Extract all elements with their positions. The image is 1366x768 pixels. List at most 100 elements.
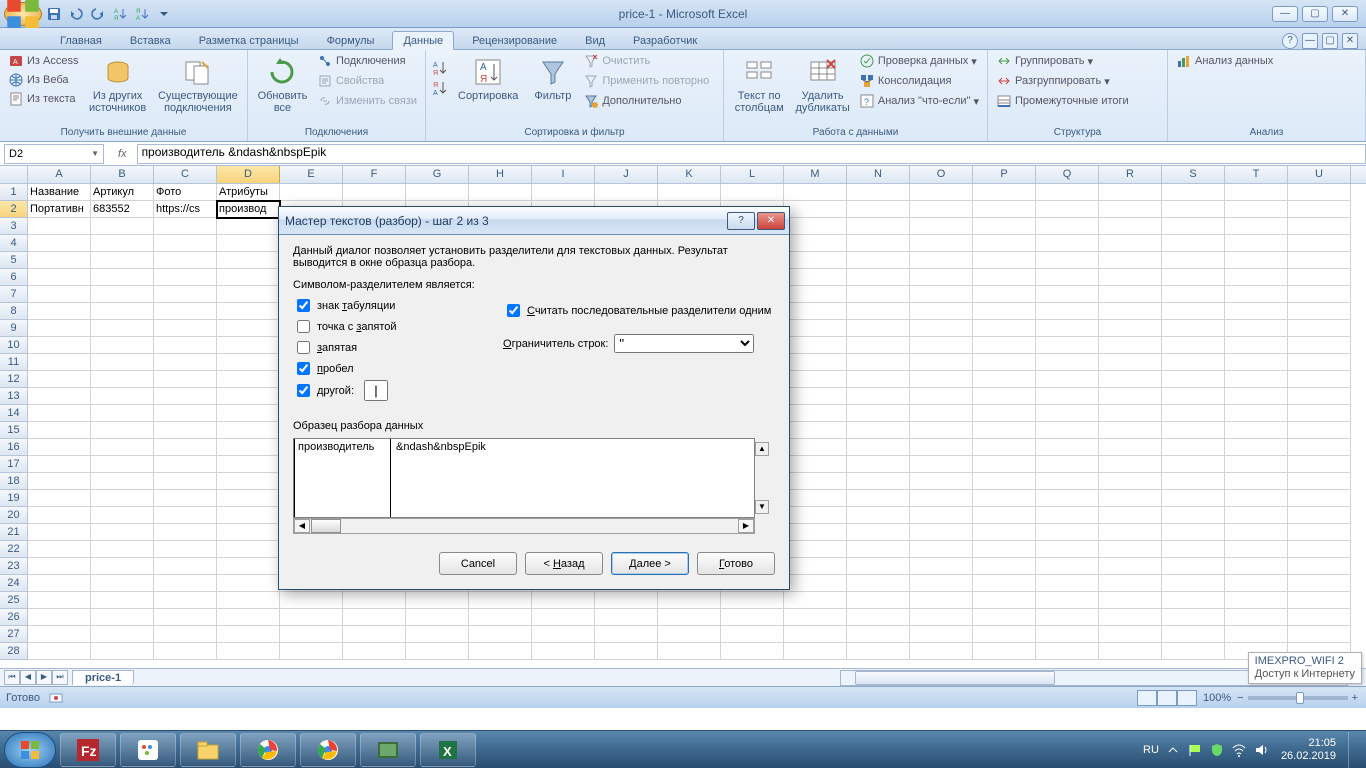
cell[interactable] [91, 422, 154, 439]
cell[interactable] [973, 371, 1036, 388]
cell[interactable] [154, 575, 217, 592]
cell[interactable] [784, 354, 847, 371]
cell[interactable] [532, 609, 595, 626]
cell[interactable] [91, 558, 154, 575]
from-web-button[interactable]: Из Веба [6, 71, 80, 89]
cell[interactable] [1288, 286, 1351, 303]
cell[interactable] [1036, 541, 1099, 558]
cell[interactable] [910, 269, 973, 286]
cell[interactable] [28, 439, 91, 456]
cell[interactable] [973, 558, 1036, 575]
cell[interactable] [784, 269, 847, 286]
cell[interactable] [1225, 235, 1288, 252]
cell[interactable] [784, 337, 847, 354]
cell[interactable] [154, 303, 217, 320]
cell[interactable] [847, 558, 910, 575]
cell[interactable] [1099, 422, 1162, 439]
cell[interactable] [721, 609, 784, 626]
col-header[interactable]: J [595, 166, 658, 183]
cell[interactable] [973, 643, 1036, 660]
cell[interactable] [973, 269, 1036, 286]
back-button[interactable]: < Назад [525, 552, 603, 575]
row-header[interactable]: 16 [0, 439, 28, 456]
cell[interactable] [784, 473, 847, 490]
cell[interactable] [28, 507, 91, 524]
cell[interactable] [1162, 337, 1225, 354]
cell[interactable] [847, 252, 910, 269]
start-button[interactable] [4, 732, 56, 768]
row-header[interactable]: 28 [0, 643, 28, 660]
cell[interactable] [406, 184, 469, 201]
cell[interactable] [154, 235, 217, 252]
cell[interactable] [847, 490, 910, 507]
cell[interactable] [784, 558, 847, 575]
cell[interactable] [1162, 490, 1225, 507]
cell[interactable] [973, 405, 1036, 422]
cell[interactable] [1225, 252, 1288, 269]
cell[interactable] [1225, 558, 1288, 575]
cell[interactable] [406, 643, 469, 660]
taskbar-excel[interactable]: X [420, 733, 476, 767]
cell[interactable] [847, 320, 910, 337]
cell[interactable] [1036, 269, 1099, 286]
cell[interactable] [1225, 184, 1288, 201]
cell[interactable] [1162, 184, 1225, 201]
cell[interactable] [217, 541, 280, 558]
cell[interactable] [1036, 371, 1099, 388]
cell[interactable] [217, 575, 280, 592]
cell[interactable] [1162, 643, 1225, 660]
row-header[interactable]: 12 [0, 371, 28, 388]
cell[interactable] [1036, 388, 1099, 405]
cell[interactable] [1162, 558, 1225, 575]
delimiter-semicolon[interactable]: точка с запятой [293, 316, 493, 337]
cell[interactable] [91, 507, 154, 524]
row-header[interactable]: 4 [0, 235, 28, 252]
cell[interactable] [910, 473, 973, 490]
cell[interactable] [1288, 456, 1351, 473]
cell[interactable] [217, 558, 280, 575]
cell[interactable] [91, 269, 154, 286]
cell[interactable] [1288, 422, 1351, 439]
cell[interactable] [1225, 354, 1288, 371]
cell[interactable] [469, 609, 532, 626]
cell[interactable] [847, 456, 910, 473]
col-header[interactable]: A [28, 166, 91, 183]
cell[interactable] [343, 643, 406, 660]
cell[interactable] [1099, 303, 1162, 320]
normal-view-button[interactable] [1137, 690, 1157, 706]
cell[interactable] [721, 184, 784, 201]
cell[interactable] [28, 456, 91, 473]
cell[interactable] [784, 643, 847, 660]
cell[interactable] [784, 201, 847, 218]
row-header[interactable]: 6 [0, 269, 28, 286]
cell[interactable] [217, 456, 280, 473]
cell[interactable] [910, 643, 973, 660]
cell[interactable] [406, 626, 469, 643]
cell[interactable] [1099, 439, 1162, 456]
zoom-in-button[interactable]: + [1352, 692, 1358, 704]
cell[interactable] [217, 371, 280, 388]
cell[interactable] [784, 490, 847, 507]
cell[interactable] [1162, 439, 1225, 456]
cell[interactable] [1225, 269, 1288, 286]
cell[interactable] [973, 337, 1036, 354]
cell[interactable] [1225, 575, 1288, 592]
consolidate-button[interactable]: Консолидация [857, 72, 981, 90]
cell[interactable] [784, 507, 847, 524]
cell[interactable] [1225, 524, 1288, 541]
cell[interactable] [91, 252, 154, 269]
cell[interactable] [154, 626, 217, 643]
cell[interactable] [1099, 286, 1162, 303]
cell[interactable] [910, 626, 973, 643]
cell[interactable] [1225, 456, 1288, 473]
tab-insert[interactable]: Вставка [120, 32, 181, 49]
zoom-out-button[interactable]: − [1237, 692, 1243, 704]
cell[interactable] [343, 184, 406, 201]
cell[interactable] [847, 643, 910, 660]
cell[interactable] [28, 609, 91, 626]
col-header[interactable]: S [1162, 166, 1225, 183]
cell[interactable] [847, 388, 910, 405]
cell[interactable] [1162, 456, 1225, 473]
delimiter-tab[interactable]: знак табуляции [293, 295, 493, 316]
cell[interactable] [217, 235, 280, 252]
